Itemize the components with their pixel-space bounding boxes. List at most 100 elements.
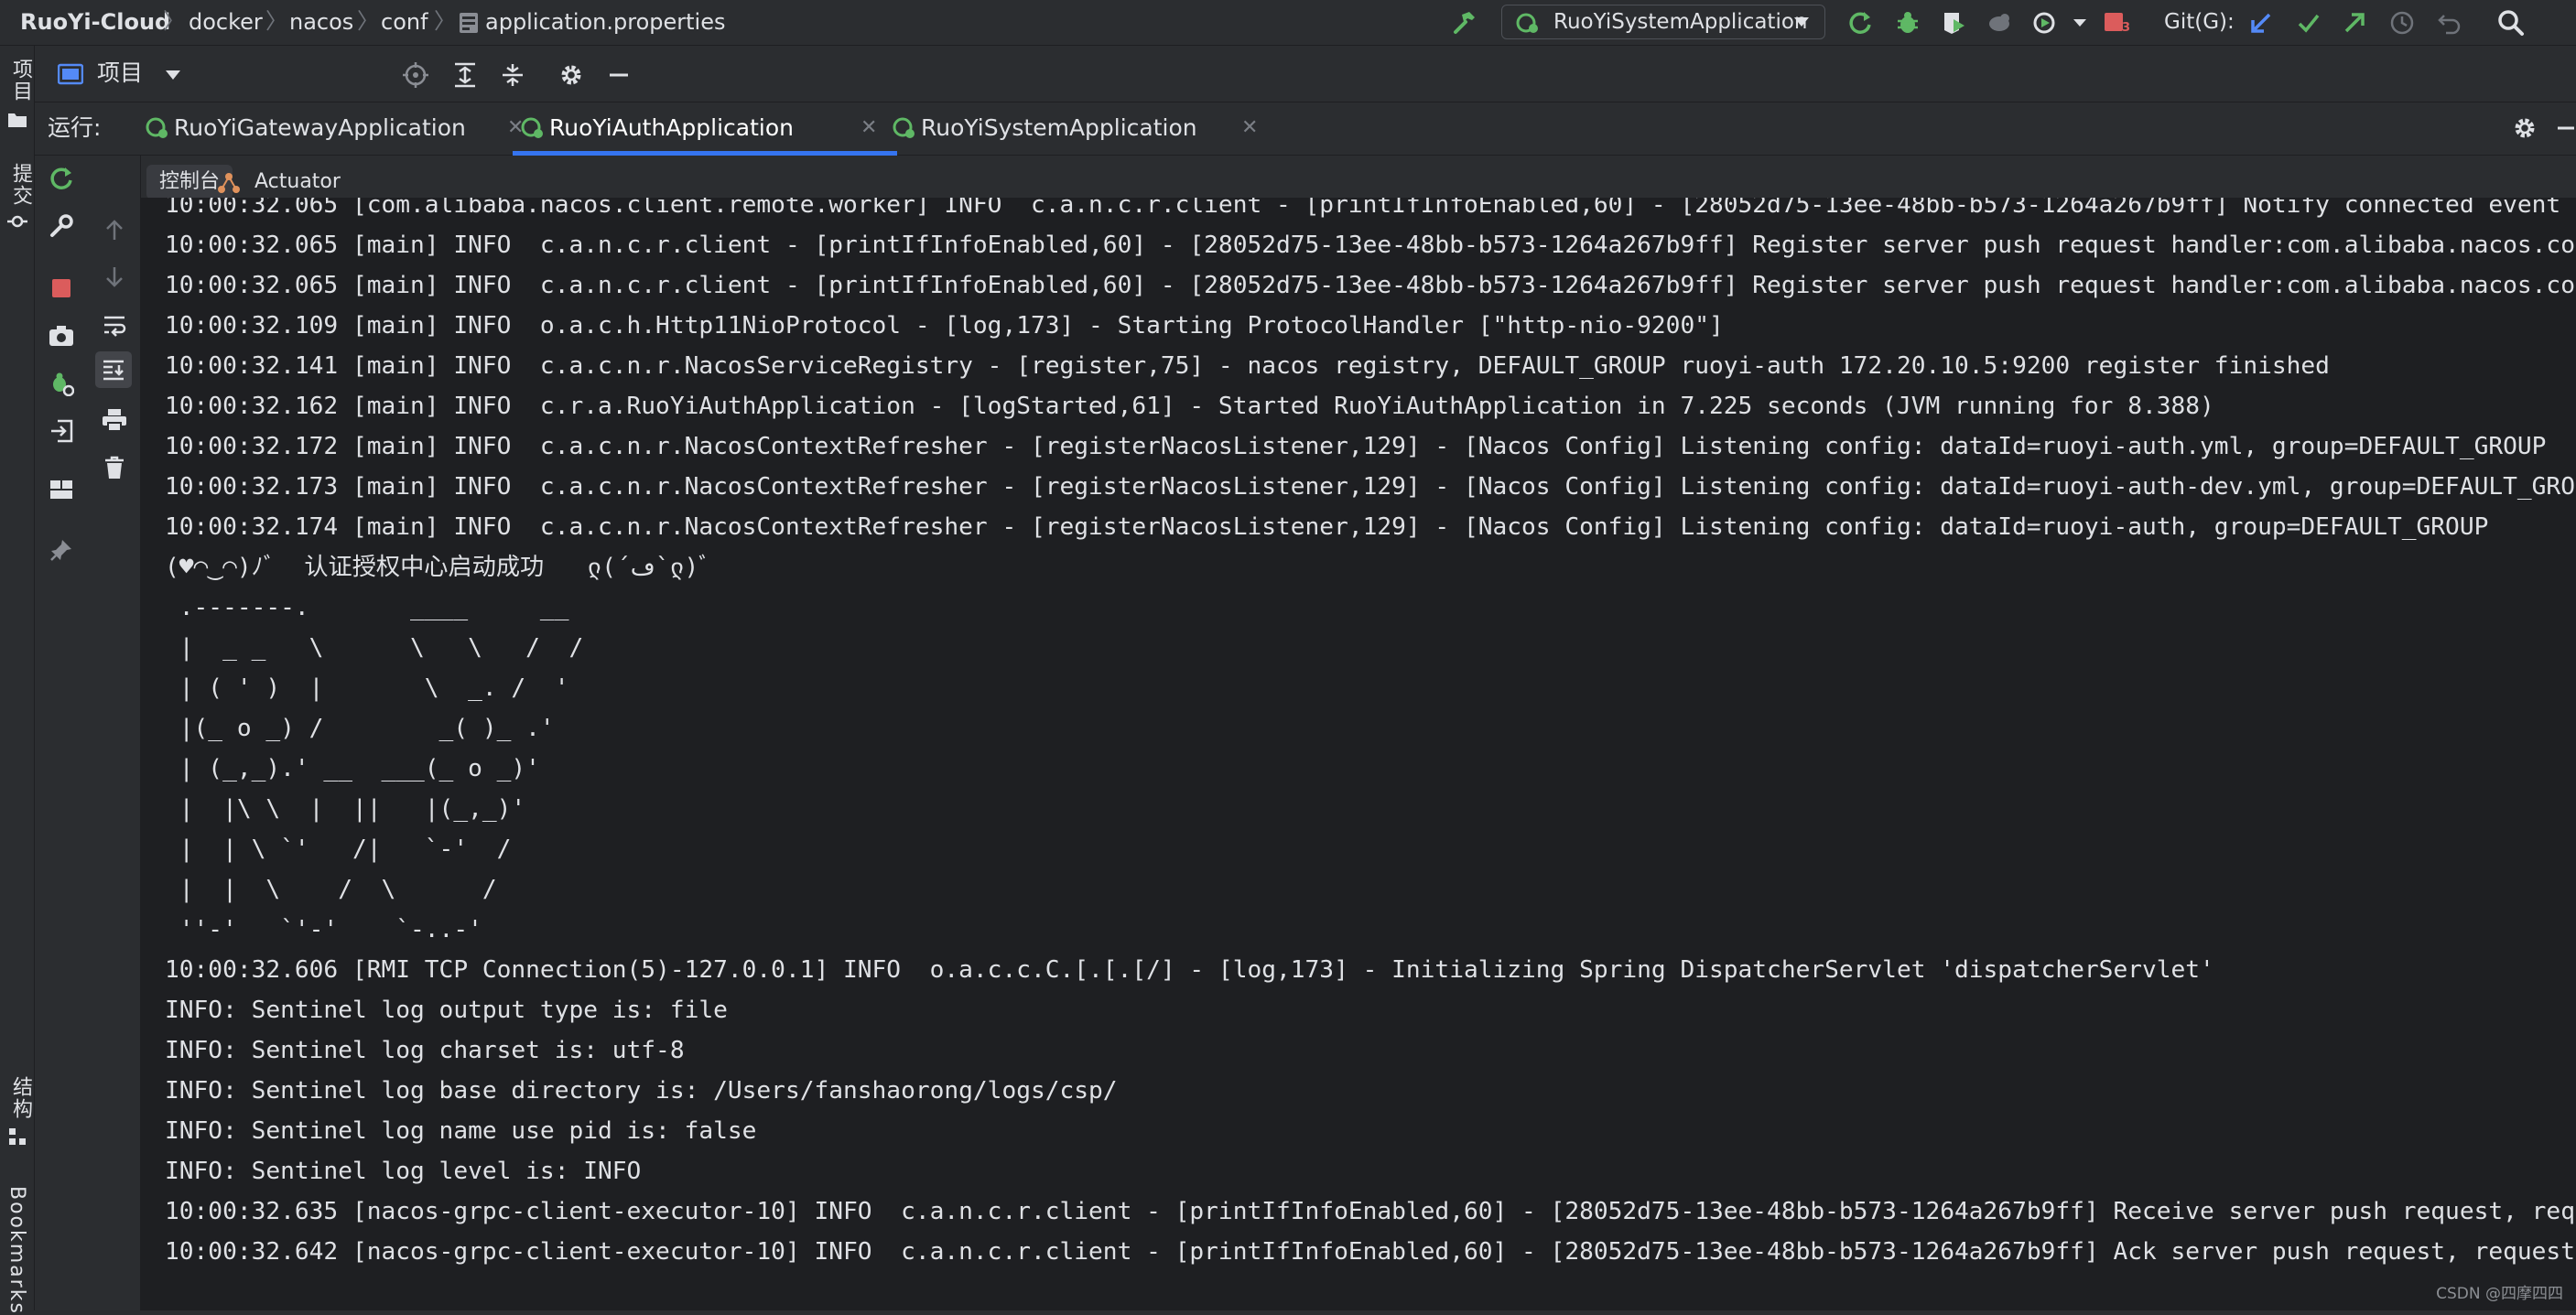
locate-icon[interactable]: [401, 60, 430, 90]
console-line: 10:00:32.173 [main] INFO c.a.c.n.r.Nacos…: [165, 473, 2576, 501]
tab-ruoyi-system[interactable]: RuoYiSystemApplication ✕: [884, 102, 1287, 154]
breadcrumb-separator: 〉: [434, 8, 456, 34]
breadcrumb-separator: 〉: [265, 8, 287, 34]
project-tool-title[interactable]: 项目: [97, 46, 143, 101]
scroll-to-end-icon[interactable]: [95, 351, 132, 388]
scroll-down-icon[interactable]: [99, 262, 130, 293]
navigation-bar: RuoYi-Cloud 〉 docker 〉 nacos 〉 conf 〉 ap…: [0, 0, 2576, 46]
console-line: INFO: Sentinel log output type is: file: [165, 997, 728, 1024]
run-tool-tabs: 运行: RuoYiGatewayApplication ✕ RuoYiAuthA…: [35, 102, 2576, 156]
console-output[interactable]: 10:00:32.065 [com.alibaba.nacos.client.r…: [141, 198, 2576, 1310]
console-line: 10:00:32.141 [main] INFO c.a.c.n.r.Nacos…: [165, 352, 2330, 380]
console-line: 10:00:32.065 [main] INFO c.a.n.c.r.clien…: [165, 232, 2576, 259]
breadcrumb-separator: 〉: [163, 8, 185, 34]
tab-label: RuoYiSystemApplication: [921, 114, 1197, 141]
folder-icon[interactable]: [6, 110, 28, 130]
tab-ruoyi-auth[interactable]: RuoYiAuthApplication ✕: [513, 102, 897, 156]
console-line: |(_ o _) / _( )_ .': [165, 715, 555, 742]
commit-tool-label[interactable]: 提交: [5, 163, 35, 207]
rerun-icon[interactable]: [1845, 8, 1875, 38]
wrench-icon[interactable]: [46, 210, 77, 242]
close-icon[interactable]: ✕: [860, 102, 877, 154]
git-commit-icon[interactable]: [2294, 8, 2323, 38]
print-icon[interactable]: [99, 404, 130, 436]
git-push-icon[interactable]: [2340, 8, 2369, 38]
commit-icon[interactable]: [6, 210, 28, 232]
console-line: INFO: Sentinel log charset is: utf-8: [165, 1037, 685, 1064]
structure-icon[interactable]: [6, 1126, 28, 1148]
breadcrumb-project[interactable]: RuoYi-Cloud: [20, 0, 170, 44]
trash-icon[interactable]: [99, 452, 130, 483]
chevron-down-icon: [1791, 15, 1812, 29]
spring-boot-icon: [892, 115, 917, 141]
console-line: INFO: Sentinel log base directory is: /U…: [165, 1077, 1118, 1105]
actuator-icon: [216, 170, 242, 196]
run-configuration-selector[interactable]: RuoYiSystemApplication: [1501, 5, 1825, 39]
tab-label: RuoYiAuthApplication: [549, 114, 794, 141]
breadcrumb-item-docker[interactable]: docker: [189, 0, 263, 44]
history-icon[interactable]: [2387, 8, 2417, 38]
search-icon[interactable]: [2495, 7, 2527, 38]
run-label: 运行:: [48, 114, 102, 141]
scroll-up-icon[interactable]: [99, 214, 130, 245]
debug-icon[interactable]: [1893, 8, 1922, 38]
tab-actuator[interactable]: Actuator: [242, 165, 353, 199]
project-tool-header: 项目: [35, 46, 2576, 102]
layout-icon[interactable]: [46, 474, 77, 505]
project-tool-label[interactable]: 项目: [5, 59, 35, 102]
console-line: 10:00:32.642 [nacos-grpc-client-executor…: [165, 1238, 2576, 1266]
console-line: 10:00:32.109 [main] INFO o.a.c.h.Http11N…: [165, 312, 1724, 340]
debug-settings-icon[interactable]: [46, 368, 77, 399]
console-line: | _ _ \ \ \ / /: [165, 634, 584, 662]
soft-wrap-icon[interactable]: [99, 309, 130, 340]
console-action-strip: [35, 156, 141, 1310]
git-label: Git(G):: [2164, 10, 2235, 34]
console-line: 10:00:32.635 [nacos-grpc-client-executor…: [165, 1198, 2576, 1225]
console-line: ''-' `'-' `-..-': [165, 916, 482, 943]
hammer-icon[interactable]: [1448, 7, 1479, 38]
close-icon[interactable]: ✕: [1241, 102, 1258, 154]
console-line: (♥◠‿◠)ﾉﾞ 认证授权中心启动成功 ლ(´ڡ`ლ)ﾞ: [165, 554, 711, 581]
coverage-icon[interactable]: [1939, 8, 1968, 38]
console-line: .-------. ____ __: [165, 594, 569, 621]
hide-panel-icon[interactable]: [2554, 113, 2576, 143]
profiler-icon[interactable]: [1985, 8, 2014, 38]
expand-all-icon[interactable]: [450, 60, 480, 90]
run-with-options-icon[interactable]: [2030, 8, 2060, 38]
breadcrumb-item-nacos[interactable]: nacos: [289, 0, 353, 44]
git-update-icon[interactable]: [2246, 8, 2276, 38]
console-line: | | \ `' /| `-' /: [165, 835, 512, 863]
rollback-icon[interactable]: [2435, 8, 2464, 38]
breadcrumb-item-conf[interactable]: conf: [381, 0, 428, 44]
console-line: INFO: Sentinel log name use pid is: fals…: [165, 1117, 757, 1145]
pin-icon[interactable]: [46, 534, 77, 566]
camera-icon[interactable]: [46, 320, 77, 351]
console-line: 10:00:32.174 [main] INFO c.a.c.n.r.Nacos…: [165, 513, 2489, 541]
structure-tool-label[interactable]: 结构: [5, 1076, 35, 1120]
console-line: 10:00:32.162 [main] INFO c.r.a.RuoYiAuth…: [165, 393, 2214, 420]
console-line: 10:00:32.065 [com.alibaba.nacos.client.r…: [165, 198, 2576, 219]
collapse-all-icon[interactable]: [498, 60, 527, 90]
tab-ruoyi-gateway[interactable]: RuoYiGatewayApplication ✕: [137, 102, 531, 154]
breadcrumb-file[interactable]: application.properties: [485, 0, 726, 44]
rerun-icon[interactable]: [46, 163, 77, 194]
hide-panel-icon[interactable]: [604, 60, 633, 90]
bookmarks-tool-label[interactable]: Bookmarks: [5, 1186, 28, 1315]
exit-icon[interactable]: [46, 415, 77, 447]
gear-icon[interactable]: [2510, 113, 2539, 143]
console-line: 10:00:32.065 [main] INFO c.a.n.c.r.clien…: [165, 272, 2576, 299]
chevron-down-icon[interactable]: [163, 68, 183, 82]
console-line: 10:00:32.172 [main] INFO c.a.c.n.r.Nacos…: [165, 433, 2547, 460]
project-view-icon: [57, 61, 84, 87]
properties-file-icon: [458, 11, 480, 35]
left-tool-strip: 项目 提交 结构 Bookmarks: [0, 46, 35, 1315]
stop-icon[interactable]: 3: [2102, 8, 2133, 38]
spring-boot-icon: [520, 115, 546, 141]
more-run-icon[interactable]: [2071, 15, 2089, 31]
console-line: | | \ / \ /: [165, 876, 497, 903]
run-configuration-label: RuoYiSystemApplication: [1553, 10, 1808, 34]
gear-icon[interactable]: [557, 60, 586, 90]
stop-icon[interactable]: [46, 273, 77, 304]
stop-count-badge: 3: [2122, 21, 2131, 35]
watermark: CSDN @四摩四四: [2436, 1285, 2563, 1303]
